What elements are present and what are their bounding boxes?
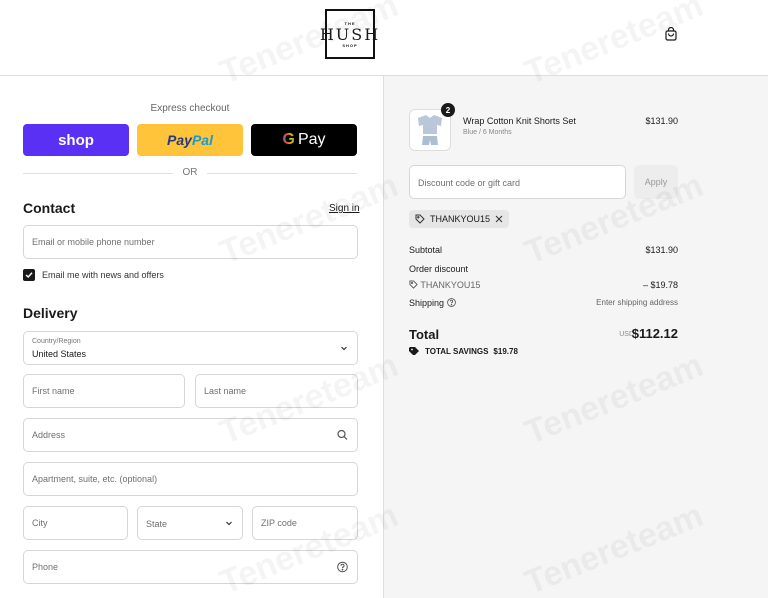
address-field[interactable]: Address xyxy=(23,418,358,452)
shipping-row: Shipping Enter shipping address xyxy=(409,298,678,308)
total-savings-row: TOTAL SAVINGS $19.78 xyxy=(409,346,518,356)
discount-code-label: THANKYOU15 xyxy=(420,280,481,290)
order-discount-row: Order discount xyxy=(409,264,678,274)
email-placeholder: Email or mobile phone number xyxy=(32,237,155,247)
country-select[interactable]: Country/Region United States xyxy=(23,331,358,365)
or-divider: OR xyxy=(23,167,357,179)
city-field[interactable]: City xyxy=(23,506,128,540)
total-row: Total USD $112.12 xyxy=(409,326,678,344)
phone-placeholder: Phone xyxy=(32,562,59,572)
applied-code-text: THANKYOU15 xyxy=(430,214,491,224)
discount-code-input[interactable]: Discount code or gift card xyxy=(409,165,626,199)
total-label: Total xyxy=(409,327,440,342)
checkout-form: Express checkout shop Pay Pal G Pay OR Co… xyxy=(0,76,383,598)
apply-button[interactable]: Apply xyxy=(634,165,678,199)
chevron-down-icon xyxy=(341,346,347,351)
tag-icon xyxy=(409,347,419,355)
subtotal-value: $131.90 xyxy=(645,245,678,255)
checkmark-icon xyxy=(25,272,33,279)
state-select[interactable]: State xyxy=(137,506,243,540)
shipping-label: Shipping xyxy=(409,298,445,308)
google-pay-button[interactable]: G Pay xyxy=(251,124,357,156)
zip-placeholder: ZIP code xyxy=(261,518,297,528)
discount-code-row: THANKYOU15 – $19.78 xyxy=(409,280,678,290)
newsletter-label: Email me with news and offers xyxy=(42,270,164,280)
applied-code-chip: THANKYOU15 xyxy=(409,210,510,228)
email-field[interactable]: Email or mobile phone number xyxy=(23,225,358,259)
shop-pay-label: shop xyxy=(58,131,94,149)
or-label: OR xyxy=(182,167,198,178)
delivery-heading: Delivery xyxy=(23,305,78,321)
shipping-value: Enter shipping address xyxy=(596,298,678,307)
apartment-placeholder: Apartment, suite, etc. (optional) xyxy=(32,474,158,484)
first-name-placeholder: First name xyxy=(32,386,75,396)
total-value: $112.12 xyxy=(631,326,678,341)
google-pay-label: Pay xyxy=(297,131,326,148)
help-circle-icon[interactable] xyxy=(446,298,456,307)
header: THE HUSH SHOP xyxy=(0,0,768,76)
logo-main-text: HUSH xyxy=(319,24,381,44)
tag-icon xyxy=(409,280,418,289)
shopping-bag-icon[interactable] xyxy=(664,27,678,41)
first-name-field[interactable]: First name xyxy=(23,374,185,408)
last-name-field[interactable]: Last name xyxy=(195,374,358,408)
order-summary: 2 Wrap Cotton Knit Shorts Set Blue / 6 M… xyxy=(384,76,768,598)
sign-in-link[interactable]: Sign in xyxy=(329,203,360,214)
subtotal-label: Subtotal xyxy=(409,245,443,255)
discount-placeholder: Discount code or gift card xyxy=(418,178,521,188)
search-icon xyxy=(337,429,348,440)
country-label: Country/Region xyxy=(32,338,81,345)
zip-field[interactable]: ZIP code xyxy=(252,506,358,540)
discount-value: – $19.78 xyxy=(642,280,678,290)
savings-value: $19.78 xyxy=(493,346,518,356)
city-placeholder: City xyxy=(32,518,48,528)
country-value: United States xyxy=(32,349,87,359)
paypal-label-pal: Pal xyxy=(191,132,213,148)
express-checkout-label: Express checkout xyxy=(150,103,230,114)
chevron-down-icon xyxy=(226,521,232,526)
product-variant: Blue / 6 Months xyxy=(463,129,512,136)
paypal-button[interactable]: Pay Pal xyxy=(137,124,243,156)
shop-logo[interactable]: THE HUSH SHOP xyxy=(320,9,378,59)
shop-pay-button[interactable]: shop xyxy=(23,124,129,156)
subtotal-row: Subtotal $131.90 xyxy=(409,245,678,255)
product-name: Wrap Cotton Knit Shorts Set xyxy=(463,116,576,126)
phone-field[interactable]: Phone xyxy=(23,550,358,584)
order-discount-label: Order discount xyxy=(409,264,469,274)
savings-label: TOTAL SAVINGS xyxy=(425,346,489,356)
state-placeholder: State xyxy=(146,519,168,529)
address-placeholder: Address xyxy=(32,430,66,440)
newsletter-row[interactable]: Email me with news and offers xyxy=(23,269,164,281)
close-icon[interactable] xyxy=(495,215,503,223)
last-name-placeholder: Last name xyxy=(204,386,247,396)
help-circle-icon[interactable] xyxy=(337,561,348,573)
google-g-icon: G xyxy=(282,131,295,148)
apartment-field[interactable]: Apartment, suite, etc. (optional) xyxy=(23,462,358,496)
product-price: $131.90 xyxy=(645,116,678,126)
logo-bottom-text: SHOP xyxy=(342,42,358,48)
paypal-label-pay: Pay xyxy=(167,132,192,148)
contact-heading: Contact xyxy=(23,200,76,216)
newsletter-checkbox[interactable] xyxy=(23,269,35,281)
tag-icon xyxy=(415,214,425,224)
quantity-badge: 2 xyxy=(441,103,455,117)
